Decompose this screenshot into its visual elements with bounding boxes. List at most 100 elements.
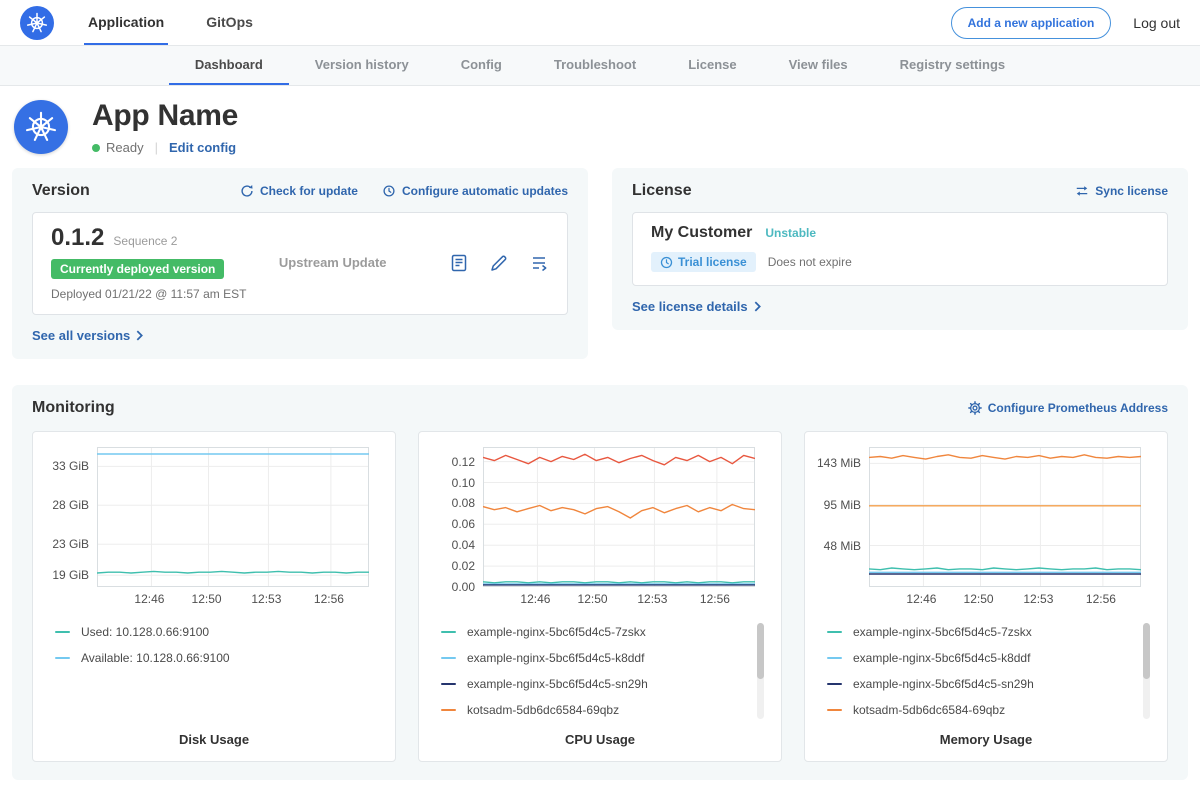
customer-name: My Customer [651,224,752,242]
edit-config-link[interactable]: Edit config [169,140,236,155]
y-tick-label: 0.08 [452,496,475,510]
clock-icon [660,256,673,269]
kubernetes-logo-icon [20,6,54,40]
legend-item: example-nginx-5bc6f5d4c5-sn29h [827,677,1133,691]
x-tick-label: 12:50 [964,592,994,606]
see-all-versions-link[interactable]: See all versions [32,328,143,343]
nav-tab-label: GitOps [206,14,253,30]
chart-title: Disk Usage [47,719,381,753]
legend-item: kotsadm-5db6dc6584-69qbz [827,703,1133,717]
chart-plot-area: 0.120.100.080.060.040.020.00 [433,447,767,587]
legend-scrollbar-thumb[interactable] [757,623,764,679]
see-all-versions-label: See all versions [32,328,130,343]
status-text: Ready [106,140,144,155]
deployed-badge: Currently deployed version [51,259,224,279]
version-card: Version Check for update Configure autom… [12,168,588,359]
check-for-update-label: Check for update [260,184,358,198]
gear-icon [968,401,982,415]
chart-svg-cpu-usage [483,447,755,587]
legend-label: kotsadm-5db6dc6584-69qbz [853,703,1005,717]
x-tick-label: 12:53 [1023,592,1053,606]
y-tick-label: 0.02 [452,559,475,573]
chart-svg-disk-usage [97,447,369,587]
chart-panel-cpu-usage: 0.120.100.080.060.040.020.0012:4612:5012… [418,431,782,762]
legend-color-dash [827,683,842,685]
x-tick-label: 12:46 [520,592,550,606]
top-navbar: Application GitOps Add a new application… [0,0,1200,46]
legend-scrollbar-thumb[interactable] [1143,623,1150,679]
refresh-icon [240,184,254,198]
auto-update-clock-icon [382,184,396,198]
chart-panel-memory-usage: 143 MiB95 MiB48 MiB12:4612:5012:5312:56e… [804,431,1168,762]
x-axis: 12:4612:5012:5312:56 [47,592,381,612]
expiry-text: Does not expire [768,255,852,269]
legend-color-dash [441,709,456,711]
legend-color-dash [827,631,842,633]
legend-scrollbar[interactable] [1143,623,1150,719]
check-for-update-link[interactable]: Check for update [240,184,358,198]
tab-view-files[interactable]: View files [763,46,874,85]
tab-version-history[interactable]: Version history [289,46,435,85]
nav-tab-gitops[interactable]: GitOps [202,0,257,45]
divider: | [155,140,158,155]
trial-license-label: Trial license [678,255,747,269]
tab-troubleshoot[interactable]: Troubleshoot [528,46,662,85]
tab-dashboard[interactable]: Dashboard [169,46,289,85]
chart-panel-disk-usage: 33 GiB28 GiB23 GiB19 GiB12:4612:5012:531… [32,431,396,762]
x-tick-label: 12:50 [192,592,222,606]
legend-label: example-nginx-5bc6f5d4c5-7zskx [467,625,646,639]
page-title: App Name [92,99,238,133]
legend-color-dash [55,631,70,633]
configure-prometheus-link[interactable]: Configure Prometheus Address [968,401,1168,415]
configure-automatic-updates-label: Configure automatic updates [402,184,568,198]
legend-item: Available: 10.128.0.66:9100 [55,651,361,665]
legend-color-dash [827,657,842,659]
legend-label: example-nginx-5bc6f5d4c5-7zskx [853,625,1032,639]
y-axis: 0.120.100.080.060.040.020.00 [433,447,483,587]
legend-item: example-nginx-5bc6f5d4c5-7zskx [441,625,747,639]
y-tick-label: 95 MiB [824,498,861,512]
app-subnav: Dashboard Version history Config Trouble… [0,46,1200,86]
chevron-right-icon [754,301,761,312]
nav-tab-application[interactable]: Application [84,0,168,45]
legend-label: example-nginx-5bc6f5d4c5-sn29h [467,677,648,691]
x-tick-label: 12:53 [251,592,281,606]
y-tick-label: 0.06 [452,517,475,531]
tab-registry-settings[interactable]: Registry settings [874,46,1031,85]
y-tick-label: 28 GiB [52,498,89,512]
chart-title: CPU Usage [433,719,767,753]
current-version-box: 0.1.2 Sequence 2 Currently deployed vers… [32,212,568,315]
legend-label: Used: 10.128.0.66:9100 [81,625,209,639]
legend-item: example-nginx-5bc6f5d4c5-k8ddf [441,651,747,665]
configure-prometheus-label: Configure Prometheus Address [988,401,1168,415]
see-license-details-link[interactable]: See license details [632,299,761,314]
x-tick-label: 12:46 [906,592,936,606]
sync-license-link[interactable]: Sync license [1075,184,1168,198]
configure-automatic-updates-link[interactable]: Configure automatic updates [382,184,568,198]
x-axis: 12:4612:5012:5312:56 [819,592,1153,612]
legend-color-dash [827,709,842,711]
add-application-button[interactable]: Add a new application [951,7,1112,39]
app-kubernetes-icon [14,100,68,154]
edit-pen-icon[interactable] [489,253,509,273]
chart-legend: Used: 10.128.0.66:9100 Available: 10.128.… [47,623,381,667]
chart-svg-memory-usage [869,447,1141,587]
y-tick-label: 19 GiB [52,568,89,582]
y-axis: 33 GiB28 GiB23 GiB19 GiB [47,447,97,587]
legend-label: example-nginx-5bc6f5d4c5-sn29h [853,677,1034,691]
tab-config[interactable]: Config [435,46,528,85]
chevron-right-icon [136,330,143,341]
release-notes-icon[interactable] [449,253,469,273]
view-diff-icon[interactable] [529,253,549,273]
upstream-update-label: Upstream Update [279,255,387,270]
x-tick-label: 12:53 [637,592,667,606]
logout-link[interactable]: Log out [1133,15,1180,31]
legend-color-dash [441,683,456,685]
tab-license[interactable]: License [662,46,762,85]
channel-label: Unstable [765,226,816,240]
legend-scrollbar[interactable] [757,623,764,719]
x-tick-label: 12:56 [700,592,730,606]
legend-label: example-nginx-5bc6f5d4c5-k8ddf [467,651,644,665]
cards-row: Version Check for update Configure autom… [0,168,1200,359]
legend-color-dash [55,657,70,659]
